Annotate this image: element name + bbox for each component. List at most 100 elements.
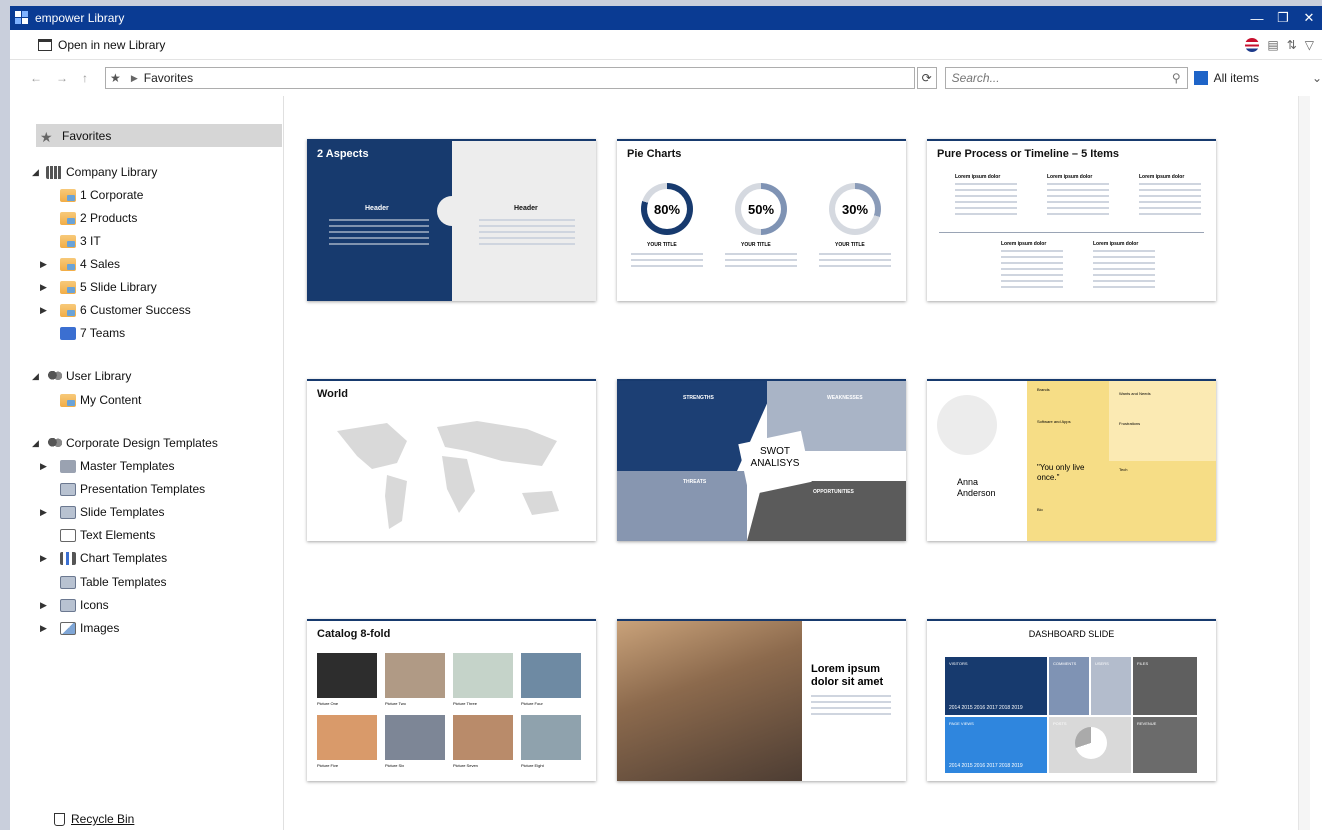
sidebar-item-sales[interactable]: ▶ 4 Sales: [40, 254, 120, 274]
sidebar-item-slide-templates[interactable]: ▶ Slide Templates: [40, 502, 165, 522]
sidebar-item-label: Table Templates: [80, 575, 167, 589]
sidebar-item-icons[interactable]: ▶ Icons: [40, 595, 109, 615]
slide-card-catalog[interactable]: Catalog 8-fold Picture One Picture Two P…: [307, 619, 596, 781]
collapsed-icon[interactable]: ▶: [40, 461, 60, 472]
sidebar-item-text-elements[interactable]: Text Elements: [60, 525, 155, 545]
pie-value-2: 50%: [741, 189, 781, 229]
profile-wants: Wants and Needs: [1119, 391, 1151, 396]
dash-users: USERS: [1095, 661, 1109, 666]
collapsed-icon[interactable]: ▶: [40, 553, 60, 564]
slide-card-pie-charts[interactable]: Pie Charts 80% 50% 30% YOUR TITLE YOUR T…: [617, 139, 906, 301]
back-icon[interactable]: ←: [30, 71, 42, 85]
pie-value-1: 80%: [647, 189, 687, 229]
slide-card-swot[interactable]: SWOT ANALISYS STRENGTHS WEAKNESSES THREA…: [617, 379, 906, 541]
slide-card-dashboard[interactable]: DASHBOARD SLIDE VISITORS COMMENTS USERS …: [927, 619, 1216, 781]
sidebar-item-label: 6 Customer Success: [80, 303, 191, 317]
collapsed-icon[interactable]: ▶: [40, 305, 60, 316]
sidebar-item-it[interactable]: 3 IT: [60, 231, 101, 251]
sidebar-item-master-templates[interactable]: ▶ Master Templates: [40, 456, 174, 476]
card-title: Pure Process or Timeline – 5 Items: [937, 148, 1119, 160]
process-item-3: Lorem ipsum dolor: [1139, 174, 1185, 180]
city-headline: Lorem ipsum dolor sit amet: [811, 663, 884, 688]
refresh-button[interactable]: ⟳: [916, 67, 937, 89]
sidebar-item-customer-success[interactable]: ▶ 6 Customer Success: [40, 300, 191, 320]
collapsed-icon[interactable]: ▶: [40, 282, 60, 293]
expanded-icon[interactable]: ◢: [32, 371, 46, 382]
sidebar-item-images[interactable]: ▶ Images: [40, 618, 119, 638]
search-input[interactable]: [951, 71, 1172, 85]
collapsed-icon[interactable]: ▶: [40, 259, 60, 270]
swot-opportunities: OPPORTUNITIES: [813, 489, 854, 495]
sidebar-item-slide-library[interactable]: ▶ 5 Slide Library: [40, 277, 157, 297]
sidebar-item-corporate[interactable]: 1 Corporate: [60, 185, 143, 205]
sidebar-item-label: Corporate Design Templates: [66, 436, 218, 450]
sidebar-item-corporate-design-templates[interactable]: ◢ Corporate Design Templates: [32, 433, 218, 453]
expanded-icon[interactable]: ◢: [32, 438, 46, 449]
expanded-icon[interactable]: ◢: [32, 167, 46, 178]
minimize-icon[interactable]: —: [1244, 11, 1270, 26]
restore-icon[interactable]: ❐: [1270, 10, 1296, 26]
text-element-icon: [60, 528, 76, 542]
language-flag-icon[interactable]: [1245, 37, 1260, 52]
command-bar: Open in new Library ▤ ⇅ ▽: [10, 30, 1322, 60]
navigation-bar: ← → ↑ ★ ▶ Favorites ⟳ ⚲ All items ⌄: [10, 60, 1322, 96]
trash-icon: [54, 812, 65, 826]
scope-dropdown[interactable]: All items ⌄: [1193, 67, 1322, 89]
recycle-bin-link[interactable]: Recycle Bin: [54, 812, 134, 826]
swot-title: SWOT ANALISYS: [750, 446, 800, 469]
collapsed-icon[interactable]: ▶: [40, 623, 60, 634]
search-icon[interactable]: ⚲: [1172, 71, 1181, 85]
breadcrumb-favorites[interactable]: Favorites: [144, 71, 193, 85]
sidebar-item-label: Slide Templates: [80, 505, 165, 519]
sidebar-item-label: 1 Corporate: [80, 188, 144, 202]
profile-name: Anna Anderson: [957, 477, 996, 498]
sidebar-item-presentation-templates[interactable]: Presentation Templates: [60, 479, 205, 499]
sidebar-item-teams[interactable]: 7 Teams: [60, 323, 125, 343]
app-window: empower Library — ❐ ✕ Open in new Librar…: [10, 6, 1322, 830]
slide-card-process-timeline[interactable]: Pure Process or Timeline – 5 Items Lorem…: [927, 139, 1216, 301]
folder-icon: [60, 211, 76, 225]
filter-icon[interactable]: ▽: [1305, 38, 1314, 52]
process-item-1: Lorem ipsum dolor: [955, 174, 1001, 180]
view-toggle-icon[interactable]: ▤: [1267, 38, 1278, 52]
sidebar-item-label: Presentation Templates: [80, 482, 206, 496]
vertical-scrollbar[interactable]: [1298, 96, 1310, 830]
sidebar-item-label: 7 Teams: [80, 326, 126, 340]
sidebar-item-my-content[interactable]: My Content: [60, 390, 141, 410]
card-title: DASHBOARD SLIDE: [1028, 629, 1115, 639]
slide-card-city[interactable]: Lorem ipsum dolor sit amet: [617, 619, 906, 781]
chevron-right-icon[interactable]: ▶: [131, 73, 138, 84]
close-icon[interactable]: ✕: [1296, 10, 1322, 26]
catalog-pic-2: Picture Two: [385, 701, 406, 706]
dash-revenue: REVENUE: [1137, 721, 1157, 726]
users-icon: [46, 369, 62, 383]
open-new-library-button[interactable]: Open in new Library: [38, 38, 165, 52]
forward-icon[interactable]: →: [56, 71, 68, 85]
slide-card-2-aspects[interactable]: 2 Aspects Header Header: [307, 139, 596, 301]
folder-icon: [60, 188, 76, 202]
collapsed-icon[interactable]: ▶: [40, 600, 60, 611]
search-box[interactable]: ⚲: [944, 67, 1188, 89]
catalog-pic-6: Picture Six: [385, 763, 405, 768]
sidebar-item-favorites[interactable]: ★ Favorites: [36, 124, 282, 147]
slide-card-profile[interactable]: Anna Anderson Brands Software and Apps "…: [927, 379, 1216, 541]
sidebar-item-user-library[interactable]: ◢ User Library: [32, 366, 131, 386]
up-icon[interactable]: ↑: [82, 71, 88, 85]
sort-icon[interactable]: ⇅: [1287, 38, 1297, 52]
collapsed-icon[interactable]: ▶: [40, 507, 60, 518]
design-templates-icon: [46, 436, 62, 450]
breadcrumb[interactable]: ★ ▶ Favorites: [105, 67, 915, 89]
scope-value: All items: [1213, 71, 1259, 85]
sidebar-item-company-library[interactable]: ◢ Company Library: [32, 162, 157, 182]
table-icon: [60, 575, 76, 589]
title-bar: empower Library — ❐ ✕: [10, 6, 1322, 30]
slide-card-world[interactable]: World: [307, 379, 596, 541]
sidebar-item-table-templates[interactable]: Table Templates: [60, 572, 167, 592]
library-icon: [46, 165, 62, 179]
chart-icon: [60, 551, 76, 565]
recycle-bin-label: Recycle Bin: [71, 812, 135, 826]
sidebar-item-chart-templates[interactable]: ▶ Chart Templates: [40, 548, 167, 568]
swot-weaknesses: WEAKNESSES: [827, 395, 863, 401]
sidebar-item-products[interactable]: 2 Products: [60, 208, 137, 228]
card-header-right: Header: [514, 205, 538, 212]
